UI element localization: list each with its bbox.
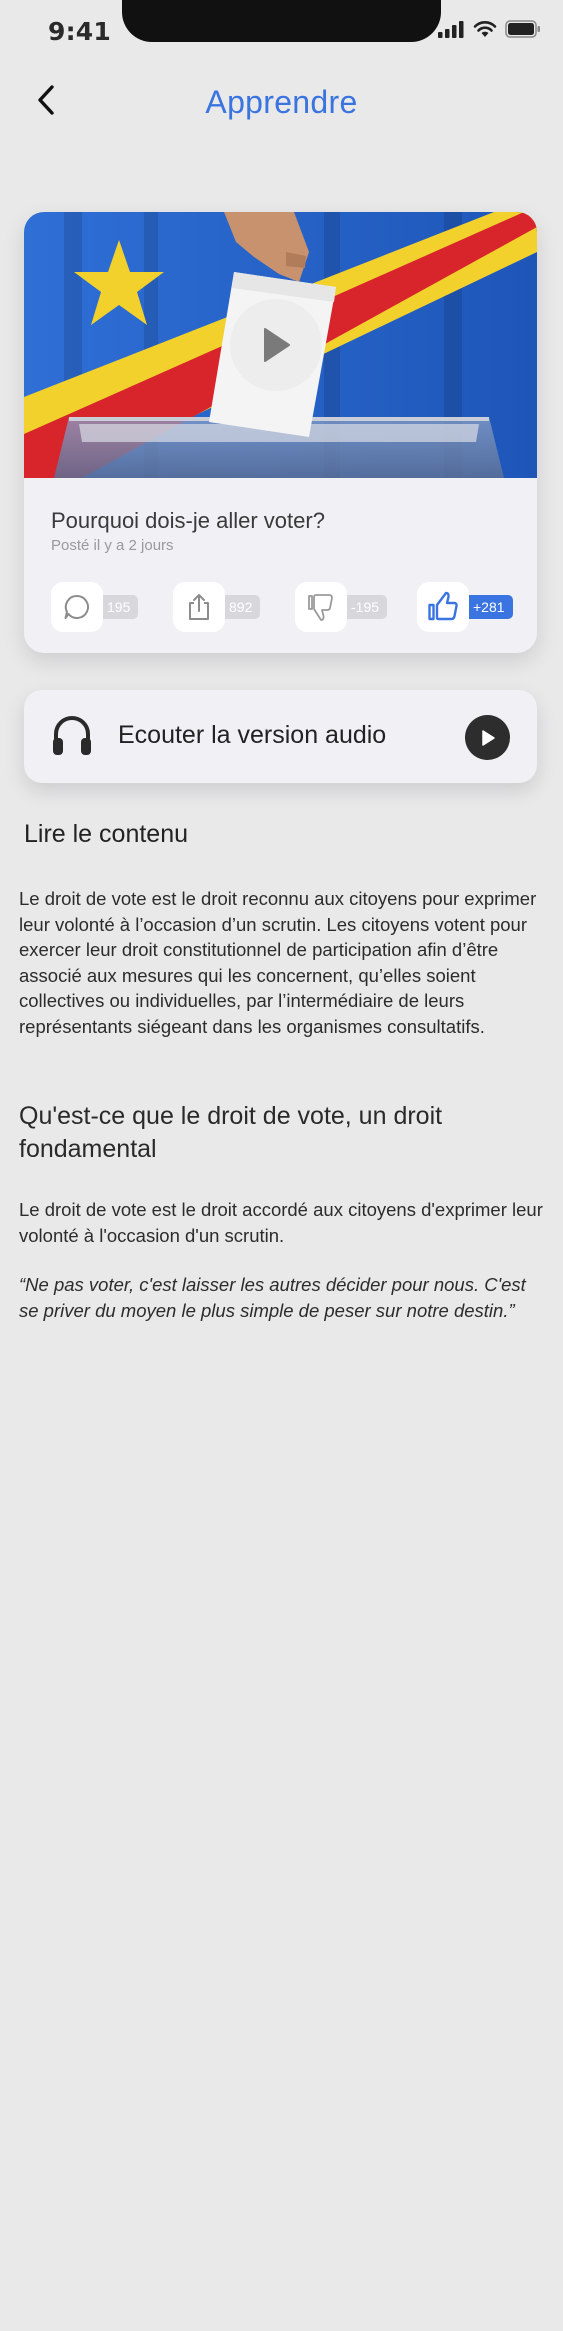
audio-label: Ecouter la version audio [118,721,387,749]
comment-icon [64,594,89,619]
video-title: Pourquoi dois-je aller voter? [51,508,325,533]
section-heading: Lire le contenu [24,820,189,848]
video-card[interactable]: Pourquoi dois-je aller voter? Posté il y… [24,212,537,653]
headphones-icon [53,716,91,755]
wifi-icon [473,21,497,37]
like-button[interactable]: +281 [417,582,513,632]
video-posted-date: Posté il y a 2 jours [51,537,174,554]
video-play-button[interactable] [230,299,322,391]
audio-play-button[interactable] [465,715,510,760]
play-icon [264,328,290,362]
audio-player-card[interactable]: Ecouter la version audio [24,690,537,783]
content-paragraph: Le droit de vote est le droit reconnu au… [19,888,537,1037]
share-button[interactable]: 892 [173,582,261,632]
status-bar: 9:41 [0,0,563,64]
status-icons [438,20,541,38]
device-notch [122,0,441,42]
content-subheading: Qu'est-ce que le droit de vote, un droit… [19,1102,443,1163]
dislike-button[interactable]: -195 [295,582,388,632]
play-icon [481,729,495,746]
share-icon [189,594,209,620]
video-actions: 195 892 -195 +281 [51,582,521,632]
battery-icon [505,20,540,38]
page-title: Apprendre [205,84,358,120]
content-quote: “Ne pas voter, c'est laisser les autres … [19,1274,526,1321]
thumbs-up-icon [428,591,458,621]
content-paragraph: Le droit de vote est le droit accordé au… [19,1199,543,1246]
comment-button[interactable]: 195 [51,582,139,632]
signal-icon [438,20,464,38]
thumbs-down-icon [308,594,333,621]
status-time: 9:41 [48,17,111,46]
